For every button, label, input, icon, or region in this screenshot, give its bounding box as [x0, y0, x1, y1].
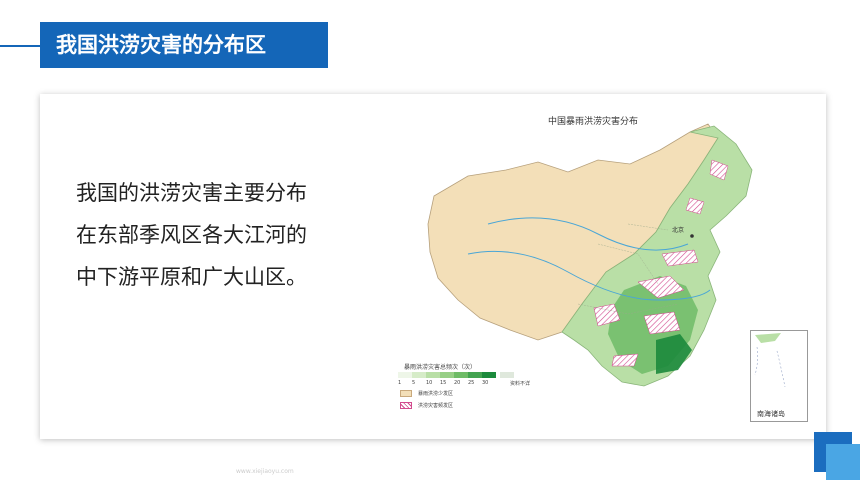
legend-tick: 10 — [426, 380, 433, 386]
rare-label: 暴雨洪涝少发区 — [418, 391, 454, 397]
rare-swatch — [400, 390, 412, 397]
legend-ticks: 1 5 10 15 20 25 30 — [398, 380, 496, 386]
legend-no-data: 资料不详 — [510, 381, 531, 387]
inset-graphic — [754, 333, 786, 388]
body-line-2: 在东部季风区各大江河的 — [76, 223, 307, 247]
legend-tick: 25 — [468, 380, 475, 386]
watermark: www.xiejiaoyu.com — [236, 468, 294, 475]
frequent-label: 洪涝灾害频发区 — [418, 403, 454, 409]
map-title: 中国暴雨洪涝灾害分布 — [548, 117, 639, 127]
slide: 我国洪涝灾害的分布区 我国的洪涝灾害主要分布 在东部季风区各大江河的 中下游平原… — [0, 0, 860, 484]
content-card: 我国的洪涝灾害主要分布 在东部季风区各大江河的 中下游平原和广大山区。 北京 中… — [40, 94, 826, 439]
south-china-sea-inset: 南海诸岛 — [750, 330, 808, 422]
legend-tick: 15 — [440, 380, 447, 386]
legend-scale — [398, 372, 514, 378]
scale-cell — [398, 372, 412, 378]
frequent-flood-area — [611, 353, 639, 367]
scale-cell — [468, 372, 482, 378]
body-text: 我国的洪涝灾害主要分布 在东部季风区各大江河的 中下游平原和广大山区。 — [76, 172, 366, 298]
scale-cell — [426, 372, 440, 378]
legend-frequent-row: 洪涝灾害频发区 — [400, 402, 453, 409]
inset-label: 南海诸岛 — [757, 410, 785, 418]
decorative-square — [826, 444, 860, 480]
scale-cell-no-data — [500, 372, 514, 378]
body-line-3: 中下游平原和广大山区。 — [76, 265, 307, 289]
legend-rare-row: 暴雨洪涝少发区 — [400, 390, 453, 397]
legend-title: 暴雨洪涝灾害总频次（次） — [404, 364, 477, 371]
legend-tick: 30 — [482, 380, 489, 386]
frequent-flood-area — [643, 311, 681, 335]
scale-cell — [454, 372, 468, 378]
beijing-marker — [690, 234, 694, 238]
frequent-swatch — [400, 402, 412, 409]
scale-cell — [440, 372, 454, 378]
china-flood-map: 北京 中国暴雨洪涝灾害分布 南海诸岛 暴雨洪涝灾害总频次（次） 1 5 10 1… — [398, 104, 818, 434]
scale-cell — [482, 372, 496, 378]
legend-tick: 20 — [454, 380, 461, 386]
slide-title: 我国洪涝灾害的分布区 — [40, 22, 328, 68]
scale-cell — [412, 372, 426, 378]
body-line-1: 我国的洪涝灾害主要分布 — [76, 181, 307, 205]
beijing-label: 北京 — [672, 226, 684, 234]
legend-tick: 1 — [398, 380, 402, 386]
legend-tick: 5 — [412, 380, 416, 386]
